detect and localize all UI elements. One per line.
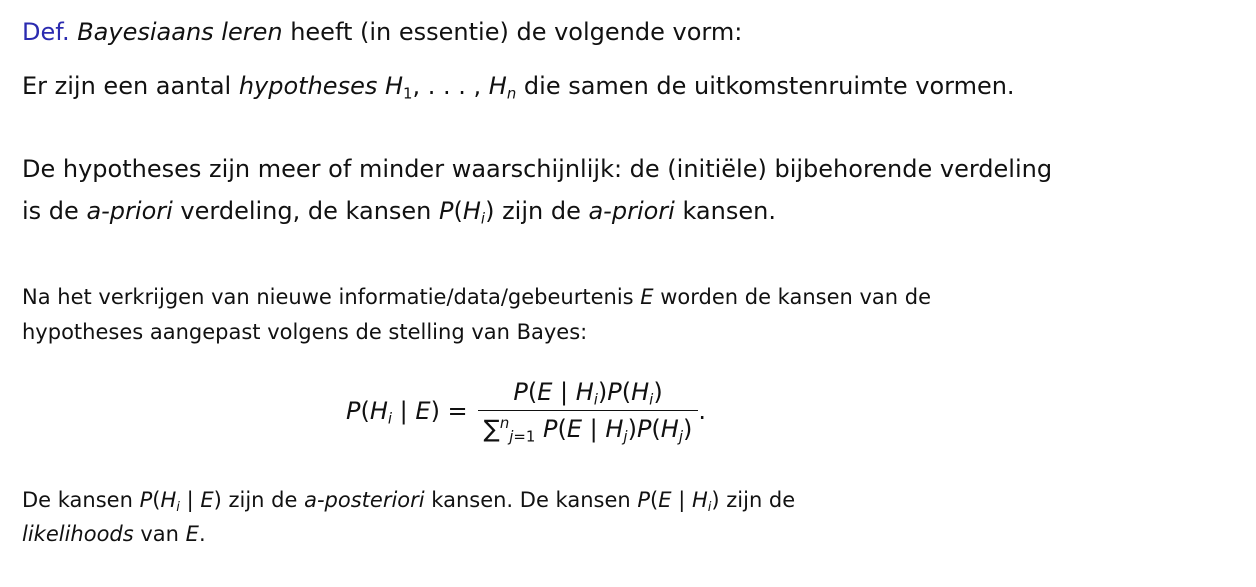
- prior-text-1: is de: [22, 197, 87, 225]
- hypotheses-text-after: die samen de uitkomstenruimte vormen.: [516, 72, 1015, 100]
- update-text-1: Na het verkrijgen van nieuwe informatie/…: [22, 285, 641, 309]
- posterior-line-1: De kansen P(Hi | E) zijn de a-posteriori…: [22, 488, 796, 515]
- prior-line-2: is de a-priori verdeling, de kansen P(Hi…: [22, 197, 776, 228]
- posterior-math-1: P(Hi | E): [139, 488, 222, 515]
- posterior-term-2: likelihoods: [22, 522, 134, 546]
- prior-text-2: verdeling, de kansen: [172, 197, 440, 225]
- definition-line: Def. Bayesiaans leren heeft (in essentie…: [22, 18, 742, 46]
- formula-end: .: [698, 396, 706, 425]
- bayes-formula: P(Hi | E) = P(E | Hi)P(Hi) ∑nj=1 P(E | H…: [346, 378, 706, 444]
- formula-lhs: P(Hi | E) =: [346, 396, 468, 427]
- hypotheses-text-before: Er zijn een aantal: [22, 72, 239, 100]
- update-event: E: [640, 285, 654, 309]
- definition-prefix: Def.: [22, 18, 70, 46]
- formula-numerator: P(E | Hi)P(Hi): [513, 378, 663, 409]
- formula-fraction: P(E | Hi)P(Hi) ∑nj=1 P(E | Hj)P(Hj): [477, 378, 699, 444]
- posterior-text-5: van: [133, 522, 186, 546]
- prior-text-4: kansen.: [674, 197, 776, 225]
- posterior-text-1: De kansen: [22, 488, 140, 512]
- prior-line-1: De hypotheses zijn meer of minder waarsc…: [22, 155, 1053, 183]
- posterior-math-2: P(E | Hi): [637, 488, 720, 515]
- prior-term-2: a-priori: [588, 197, 675, 225]
- prior-math: P(Hi): [439, 197, 495, 228]
- hypotheses-line: Er zijn een aantal hypotheses H1, . . . …: [22, 72, 1015, 103]
- update-line-1: Na het verkrijgen van nieuwe informatie/…: [22, 285, 931, 309]
- posterior-text-6: .: [198, 522, 206, 546]
- prior-term-1: a-priori: [86, 197, 173, 225]
- definition-rest: heeft (in essentie) de volgende vorm:: [282, 18, 743, 46]
- formula-denominator: ∑nj=1 P(E | Hj)P(Hj): [477, 410, 699, 444]
- hypotheses-term: hypotheses: [238, 72, 378, 100]
- hypotheses-math: H1, . . . , Hn: [384, 72, 517, 103]
- posterior-event: E: [185, 522, 199, 546]
- prior-text-3: zijn de: [494, 197, 589, 225]
- update-line-2: hypotheses aangepast volgens de stelling…: [22, 320, 588, 344]
- update-text-2: worden de kansen van de: [653, 285, 932, 309]
- posterior-text-4: zijn de: [719, 488, 796, 512]
- slide: { "definition": { "prefix": "Def.", "ter…: [0, 0, 1256, 587]
- posterior-text-3: kansen. De kansen: [424, 488, 638, 512]
- posterior-text-2: zijn de: [221, 488, 305, 512]
- definition-term: Bayesiaans leren: [77, 18, 283, 46]
- posterior-line-2: likelihoods van E.: [22, 522, 206, 546]
- posterior-term-1: a-posteriori: [304, 488, 425, 512]
